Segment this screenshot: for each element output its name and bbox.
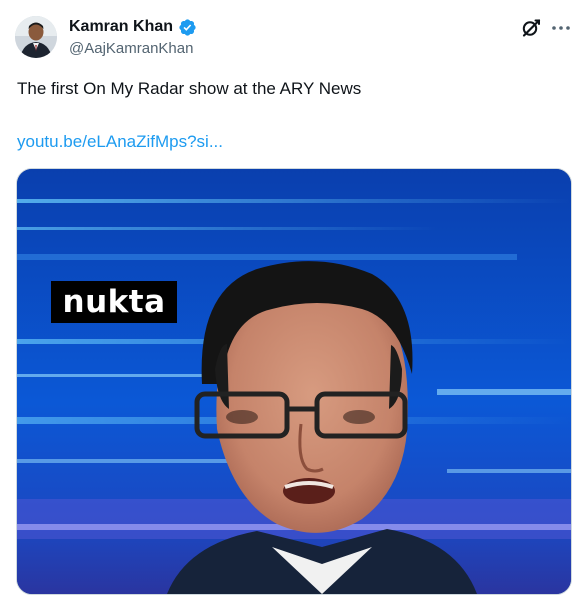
avatar-image xyxy=(15,16,57,58)
grok-icon[interactable] xyxy=(519,16,543,40)
author-name-row: Kamran Khan xyxy=(69,16,197,38)
tweet-card: Kamran Khan @AajKamranKhan The first On … xyxy=(0,0,588,595)
author-avatar[interactable] xyxy=(15,16,57,58)
nukta-logo: nukta xyxy=(51,281,177,323)
verified-badge-icon xyxy=(178,18,197,37)
author-handle[interactable]: @AajKamranKhan xyxy=(69,39,193,59)
tweet-text: The first On My Radar show at the ARY Ne… xyxy=(17,79,362,98)
video-frame-image xyxy=(17,169,571,594)
more-options-icon[interactable] xyxy=(549,16,573,40)
author-display-name[interactable]: Kamran Khan xyxy=(69,17,173,37)
tweet-link[interactable]: youtu.be/eLAnaZifMps?si... xyxy=(17,131,223,153)
video-thumbnail[interactable]: nukta xyxy=(16,168,572,595)
